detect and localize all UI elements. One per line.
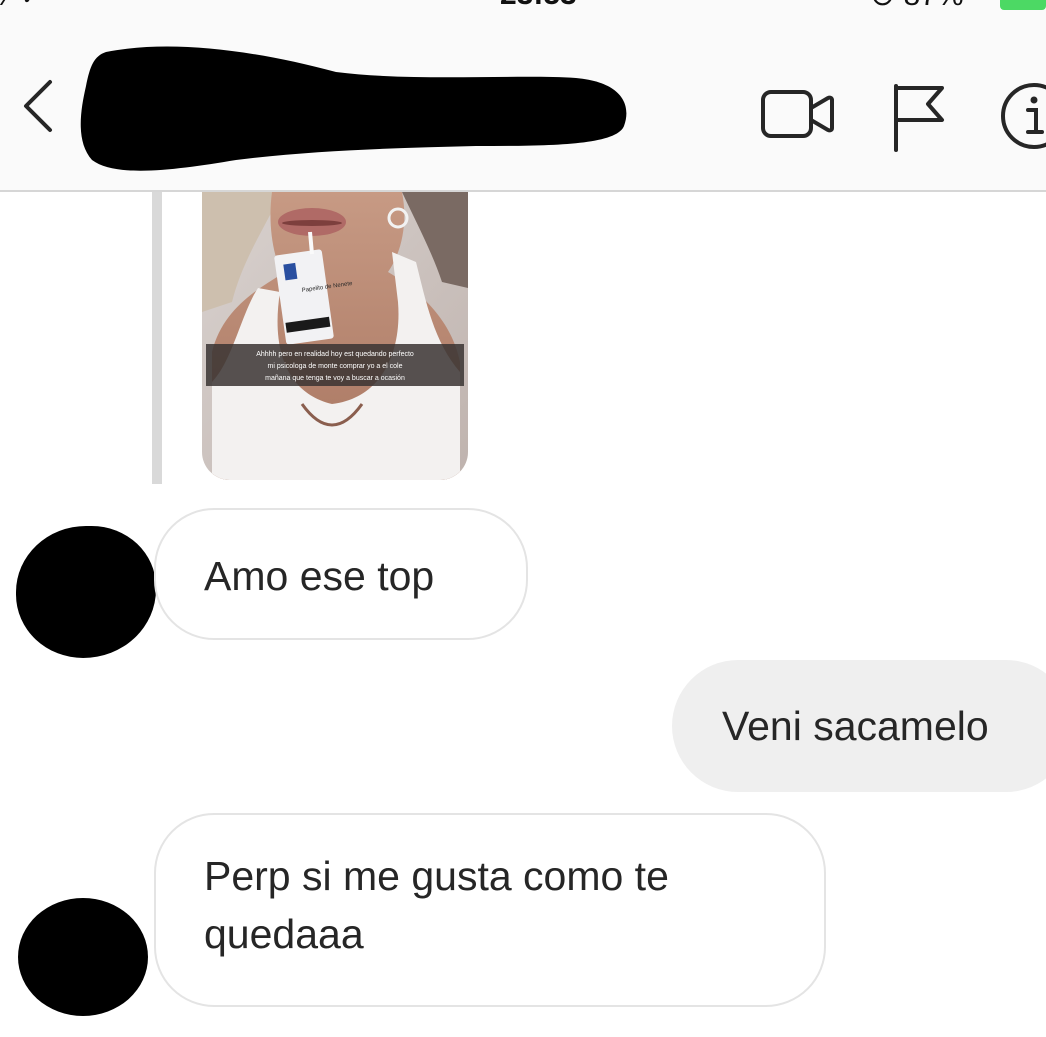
info-icon[interactable] — [996, 80, 1046, 152]
chat-header — [0, 14, 1046, 192]
photo-caption-line-2: mi psicologa de monte comprar yo a el co… — [267, 363, 402, 370]
status-signal: ⁄ ✓ — [6, 0, 44, 13]
sender-avatar-redacted[interactable] — [16, 526, 156, 658]
story-photo-image: Ahhhh pero en realidad hoy est quedando … — [202, 192, 468, 480]
video-camera-icon[interactable] — [760, 84, 836, 144]
incoming-message-bubble[interactable]: Perp si me gusta como te quedaaa — [154, 813, 826, 1007]
outgoing-message-bubble[interactable]: Veni sacamelo — [672, 660, 1046, 792]
message-text: Veni sacamelo — [722, 703, 989, 749]
message-text: Perp si me gusta como te quedaaa — [204, 853, 669, 957]
shared-story-photo[interactable]: Ahhhh pero en realidad hoy est quedando … — [202, 192, 468, 480]
incoming-message-bubble[interactable]: Amo ese top — [154, 508, 528, 640]
message-text: Amo ese top — [204, 553, 435, 599]
photo-caption-line-3: mañana que tenga te voy a buscar a ocasi… — [265, 375, 405, 382]
status-time: 23:53 — [500, 0, 577, 12]
back-chevron-icon[interactable] — [18, 76, 58, 136]
photo-caption-line-1: Ahhhh pero en realidad hoy est quedando … — [256, 351, 414, 358]
status-bar: ⁄ ✓ 23:53 ⊙ 87% — [0, 0, 1046, 14]
sender-avatar-redacted[interactable] — [18, 898, 148, 1016]
reply-thread-line — [152, 192, 162, 484]
flag-icon[interactable] — [890, 82, 946, 152]
contact-name-redacted[interactable] — [76, 42, 628, 180]
battery-icon — [1000, 0, 1046, 10]
status-battery-text: ⊙ 87% — [870, 0, 964, 13]
